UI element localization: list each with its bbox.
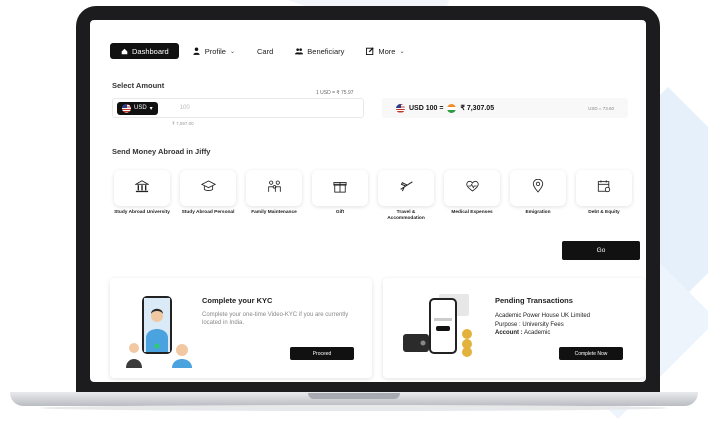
chevron-down-icon: ⌄ xyxy=(399,48,405,55)
purpose-label: Purpose : xyxy=(495,321,521,328)
category-tile[interactable] xyxy=(246,170,302,206)
category-study-personal[interactable]: Study Abroad Personal xyxy=(180,170,236,222)
category-label: Study Abroad University xyxy=(114,210,170,215)
currency-label: USD xyxy=(134,105,147,111)
category-label: Study Abroad Personal xyxy=(181,210,235,215)
category-gift[interactable]: Gift xyxy=(312,170,368,222)
nav-beneficiary[interactable]: Beneficiary xyxy=(287,43,352,59)
kyc-title: Complete your KYC xyxy=(202,296,273,305)
rate-box: USD 100 = ₹ 7,307.05 USD = 73.60 xyxy=(382,98,628,118)
laptop-notch xyxy=(308,393,400,399)
nav-card[interactable]: Card xyxy=(249,43,281,59)
us-flag-icon xyxy=(122,103,131,113)
graduation-cap-icon xyxy=(200,179,216,198)
category-study-university[interactable]: Study Abroad University xyxy=(114,170,170,222)
category-label: Travel & Accommodation xyxy=(387,210,425,221)
nav-card-label: Card xyxy=(257,46,274,56)
user-icon xyxy=(193,47,201,55)
category-label: Gift xyxy=(335,210,345,215)
category-tile[interactable] xyxy=(510,170,566,206)
gift-icon xyxy=(333,179,347,198)
users-icon xyxy=(295,47,304,55)
family-icon xyxy=(267,179,282,198)
heart-pulse-icon xyxy=(465,179,480,198)
category-tile[interactable] xyxy=(114,170,170,206)
nav-more[interactable]: More ⌄ xyxy=(358,43,412,59)
category-label: Medical Expenses xyxy=(451,210,493,215)
account-value: Academic xyxy=(524,330,551,337)
amount-input-box[interactable]: USD ▾ 100 xyxy=(112,98,364,118)
pending-purpose-row: Purpose : University Fees xyxy=(495,321,635,330)
category-tile[interactable] xyxy=(444,170,500,206)
category-label: Debt & Equity xyxy=(588,210,620,215)
calendar-icon xyxy=(597,179,611,198)
nav-beneficiary-label: Beneficiary xyxy=(307,46,345,56)
nav-dashboard-label: Dashboard xyxy=(132,46,169,56)
airplane-icon xyxy=(399,179,414,198)
category-list: Study Abroad University Study Abroad Per… xyxy=(114,170,632,222)
pending-title: Pending Transactions xyxy=(495,296,573,305)
chevron-down-icon: ⌄ xyxy=(229,48,235,55)
category-tile[interactable] xyxy=(378,170,434,206)
top-nav: Dashboard Profile ⌄ Card Beneficiary Mor… xyxy=(110,43,413,59)
pending-details: Academic Power House UK Limited Purpose … xyxy=(495,312,635,338)
proceed-button[interactable]: Proceed xyxy=(290,347,354,360)
rate-converted: ₹ 7,307.05 xyxy=(460,105,495,112)
account-label: Account : xyxy=(495,330,523,337)
kyc-card: Complete your KYC Complete your one-time… xyxy=(110,278,372,378)
chevron-down-icon: ▾ xyxy=(149,105,153,112)
category-emigration[interactable]: Emigration xyxy=(510,170,566,222)
select-amount-label: Select Amount xyxy=(112,81,165,90)
location-pin-icon xyxy=(532,178,544,198)
nav-more-label: More xyxy=(378,46,396,56)
send-money-heading: Send Money Abroad in Jiffy xyxy=(112,147,211,156)
rate-base: USD 100 = xyxy=(409,104,444,112)
home-icon xyxy=(120,47,128,55)
category-tile[interactable] xyxy=(180,170,236,206)
nav-profile-label: Profile xyxy=(204,46,226,56)
university-icon xyxy=(134,179,150,198)
phone-illustration xyxy=(429,298,457,354)
nav-profile[interactable]: Profile ⌄ xyxy=(185,43,243,59)
category-label: Emigration xyxy=(525,210,551,215)
app-screen: Dashboard Profile ⌄ Card Beneficiary Mor… xyxy=(90,20,646,382)
pending-transactions-card: Pending Transactions Academic Power Hous… xyxy=(383,278,645,378)
category-travel[interactable]: Travel & Accommodation xyxy=(378,170,434,222)
edit-icon xyxy=(366,47,374,55)
category-debt-equity[interactable]: Debt & Equity xyxy=(576,170,632,222)
category-tile[interactable] xyxy=(576,170,632,206)
stage: Dashboard Profile ⌄ Card Beneficiary Mor… xyxy=(0,0,708,428)
pending-account-row: Account : Academic xyxy=(495,329,635,338)
amount-converted: ₹ 7,597.00 xyxy=(172,121,194,126)
us-flag-icon xyxy=(396,103,405,113)
amount-input[interactable]: 100 xyxy=(180,105,190,111)
category-medical[interactable]: Medical Expenses xyxy=(444,170,500,222)
go-button[interactable]: Go xyxy=(562,241,640,260)
category-label: Family Maintenance xyxy=(251,210,297,215)
rate-right-note: USD = 73.60 xyxy=(588,105,614,111)
rate-note: 1 USD = ₹ 75.97 xyxy=(316,90,354,96)
laptop-shadow xyxy=(40,405,668,411)
pending-company: Academic Power House UK Limited xyxy=(495,313,591,319)
category-family[interactable]: Family Maintenance xyxy=(246,170,302,222)
nav-dashboard[interactable]: Dashboard xyxy=(110,43,179,59)
category-tile[interactable] xyxy=(312,170,368,206)
complete-now-button[interactable]: Complete Now xyxy=(559,347,623,360)
kyc-text: Complete your one-time Video-KYC if you … xyxy=(202,312,349,327)
purpose-value: University Fees xyxy=(522,321,564,328)
currency-select[interactable]: USD ▾ xyxy=(117,101,158,115)
india-flag-icon xyxy=(447,103,457,113)
